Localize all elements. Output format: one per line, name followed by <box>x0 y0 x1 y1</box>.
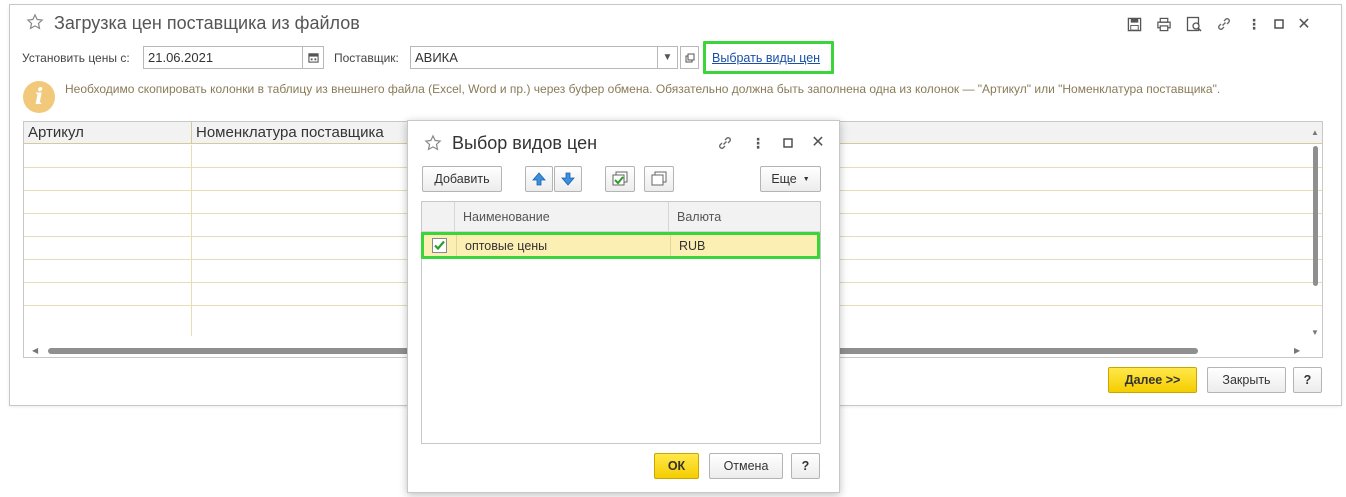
table-row[interactable]: оптовые цены RUB <box>423 235 820 257</box>
info-icon: i <box>23 81 55 113</box>
row-name: оптовые цены <box>456 235 670 257</box>
column-header-article[interactable]: Артикул <box>24 122 192 144</box>
price-types-table[interactable]: Наименование Валюта оптовые цены RUB <box>421 201 821 444</box>
close-icon[interactable]: ✕ <box>1295 15 1313 33</box>
close-button[interactable]: Закрыть <box>1207 367 1286 393</box>
scroll-up-arrow-icon[interactable]: ▲ <box>1311 128 1319 137</box>
price-types-dialog: Выбор видов цен ⋮ ✕ Добавить Еще ▼ Наиме… <box>407 120 840 493</box>
supplier-field[interactable]: АВИКА <box>410 46 658 69</box>
add-button[interactable]: Добавить <box>422 166 502 192</box>
maximize-icon[interactable] <box>1270 15 1288 33</box>
column-header-check <box>422 202 455 232</box>
next-button[interactable]: Далее >> <box>1108 367 1197 393</box>
move-up-arrow-icon[interactable] <box>525 166 553 192</box>
uncheck-all-icon[interactable] <box>644 166 674 192</box>
select-price-types-link[interactable]: Выбрать виды цен <box>712 51 820 65</box>
calendar-icon[interactable] <box>302 46 324 69</box>
check-all-icon[interactable] <box>605 166 635 192</box>
dialog-help-button[interactable]: ? <box>791 453 820 479</box>
dialog-title: Выбор видов цен <box>452 133 598 153</box>
info-text: Необходимо скопировать колонки в таблицу… <box>65 82 1221 96</box>
cancel-button[interactable]: Отмена <box>709 453 783 479</box>
column-header-currency[interactable]: Валюта <box>669 202 820 232</box>
dialog-table-header: Наименование Валюта <box>422 202 820 232</box>
dialog-favorite-star-icon[interactable] <box>424 134 442 152</box>
ok-button[interactable]: ОК <box>654 453 699 479</box>
scroll-right-arrow-icon[interactable]: ▶ <box>1294 346 1300 355</box>
scroll-down-arrow-icon[interactable]: ▼ <box>1311 328 1319 337</box>
supplier-label: Поставщик: <box>334 51 399 65</box>
row-currency: RUB <box>670 235 820 257</box>
scroll-left-arrow-icon[interactable]: ◀ <box>32 346 38 355</box>
print-icon[interactable] <box>1155 15 1173 33</box>
column-header-supplier-nomenclature[interactable]: Номенклатура поставщика <box>192 122 432 144</box>
save-icon[interactable] <box>1125 15 1143 33</box>
more-button[interactable]: Еще ▼ <box>760 166 821 192</box>
dialog-more-menu-icon[interactable]: ⋮ <box>749 134 767 152</box>
row-checkbox[interactable] <box>432 238 447 253</box>
move-down-arrow-icon[interactable] <box>554 166 582 192</box>
date-field[interactable]: 21.06.2021 <box>143 46 303 69</box>
more-button-label: Еще <box>771 172 797 186</box>
more-menu-icon[interactable]: ⋮ <box>1245 15 1263 33</box>
dialog-close-icon[interactable]: ✕ <box>809 133 827 151</box>
window-title: Загрузка цен поставщика из файлов <box>54 13 360 33</box>
preview-icon[interactable] <box>1185 15 1203 33</box>
dialog-maximize-icon[interactable] <box>779 134 797 152</box>
set-prices-label: Установить цены с: <box>22 51 130 65</box>
link-icon[interactable] <box>1215 15 1233 33</box>
vertical-scrollbar[interactable]: ▲ ▼ <box>1310 128 1320 346</box>
column-header-name[interactable]: Наименование <box>455 202 669 232</box>
more-chevron-down-icon: ▼ <box>802 175 810 183</box>
supplier-open-icon[interactable] <box>680 46 699 69</box>
supplier-dropdown-chevron-icon[interactable]: ▼ <box>657 46 678 69</box>
favorite-star-icon[interactable] <box>26 13 44 31</box>
vertical-scroll-thumb[interactable] <box>1313 146 1318 286</box>
help-button[interactable]: ? <box>1293 367 1322 393</box>
dialog-link-icon[interactable] <box>716 134 734 152</box>
